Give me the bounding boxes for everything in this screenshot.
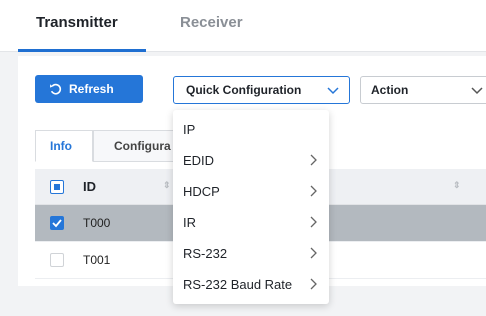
menu-item-label: RS-232 Baud Rate <box>183 277 293 292</box>
subtab-bar: Info Configura <box>35 130 181 162</box>
check-icon <box>52 219 62 228</box>
column-header-id[interactable]: ID <box>83 179 96 194</box>
action-select[interactable]: Action <box>360 76 486 104</box>
chevron-right-icon <box>310 154 317 166</box>
tab-receiver[interactable]: Receiver <box>180 14 243 31</box>
menu-item-label: IP <box>183 122 196 137</box>
active-tab-indicator <box>18 49 146 52</box>
quick-configuration-label: Quick Configuration <box>186 83 302 97</box>
row-id: T000 <box>83 216 111 230</box>
menu-item-edid[interactable]: EDID <box>173 145 329 176</box>
menu-item-rs232-baud-rate[interactable]: RS-232 Baud Rate <box>173 269 329 300</box>
menu-item-label: HDCP <box>183 184 220 199</box>
refresh-button-label: Refresh <box>69 82 114 96</box>
sort-icon[interactable]: ⇕ <box>163 180 171 191</box>
subtab-configuration[interactable]: Configura <box>93 130 181 162</box>
action-select-label: Action <box>371 83 409 97</box>
menu-item-ip[interactable]: IP <box>173 114 329 145</box>
quick-configuration-menu: IP EDID HDCP IR RS-232 RS-232 Baud Rate <box>173 110 329 304</box>
refresh-button[interactable]: Refresh <box>35 75 143 103</box>
menu-item-label: IR <box>183 215 196 230</box>
tab-transmitter[interactable]: Transmitter <box>36 14 118 31</box>
chevron-right-icon <box>310 185 317 197</box>
menu-item-label: RS-232 <box>183 246 228 261</box>
menu-item-ir[interactable]: IR <box>173 207 329 238</box>
subtab-info-label: Info <box>50 139 72 153</box>
row-id: T001 <box>83 253 111 267</box>
sort-icon[interactable]: ⇕ <box>453 180 461 191</box>
menu-item-hdcp[interactable]: HDCP <box>173 176 329 207</box>
app-frame: Transmitter Receiver Refresh Quick Confi… <box>0 0 486 316</box>
chevron-down-icon <box>471 87 483 95</box>
subtab-info[interactable]: Info <box>35 130 93 162</box>
menu-item-label: EDID <box>183 153 215 168</box>
menu-item-rs232[interactable]: RS-232 <box>173 238 329 269</box>
chevron-right-icon <box>310 278 317 290</box>
refresh-icon <box>50 83 62 95</box>
chevron-right-icon <box>310 247 317 259</box>
row-checkbox[interactable] <box>50 253 64 267</box>
quick-configuration-select[interactable]: Quick Configuration <box>173 76 350 104</box>
chevron-down-icon <box>327 87 339 95</box>
row-checkbox[interactable] <box>50 216 64 230</box>
chevron-right-icon <box>310 216 317 228</box>
select-all-checkbox[interactable] <box>50 179 64 194</box>
subtab-configuration-label: Configura <box>114 139 171 153</box>
top-tab-bar: Transmitter Receiver <box>0 0 486 52</box>
